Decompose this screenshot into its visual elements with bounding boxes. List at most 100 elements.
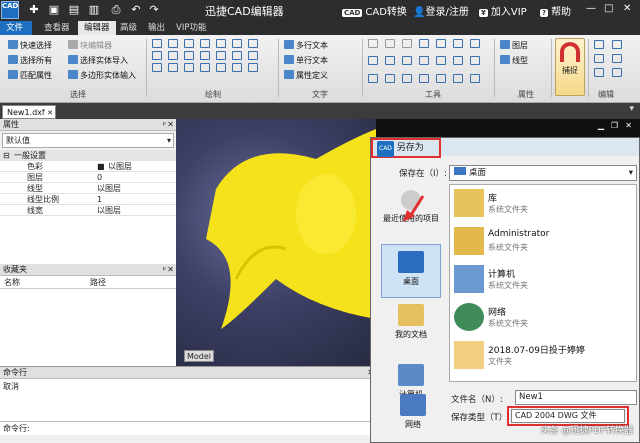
cloud-icon[interactable] — [152, 63, 162, 72]
area-icon[interactable] — [385, 73, 395, 83]
property-row[interactable]: 线型比例 1 — [0, 194, 176, 205]
file-item[interactable]: Administrator 系统文件夹 — [450, 223, 636, 261]
save-in-select[interactable]: 桌面 ▾ — [449, 165, 637, 181]
text-button[interactable]: 单行文本 — [284, 55, 328, 67]
filename-input[interactable]: New1 — [515, 390, 637, 405]
extend-icon[interactable] — [470, 39, 480, 48]
print-icon[interactable]: ⎙ — [108, 2, 124, 17]
measure-icon[interactable] — [368, 73, 378, 83]
copy-tool-icon[interactable] — [385, 39, 395, 48]
point-icon[interactable] — [200, 51, 210, 60]
ray-icon[interactable] — [216, 51, 226, 60]
line-icon[interactable] — [152, 39, 162, 48]
join-icon[interactable] — [453, 56, 463, 66]
order-icon[interactable] — [470, 73, 480, 83]
scale-icon[interactable] — [436, 39, 446, 48]
attr-def-button[interactable]: 属性定义 — [284, 70, 328, 82]
explode-icon[interactable] — [470, 56, 480, 66]
arc-icon[interactable] — [216, 39, 226, 48]
cad-convert-link[interactable]: CAD CAD转换 — [342, 3, 407, 18]
help-link[interactable]: ? 帮助 — [540, 3, 571, 18]
quick-select-button[interactable]: 快速选择 — [8, 40, 52, 52]
drawing-canvas[interactable]: Model — [176, 119, 376, 366]
snap-button[interactable]: 捕捉 — [555, 38, 585, 96]
document-tab[interactable]: New1.dxf ✕ — [2, 105, 56, 119]
properties-section[interactable]: ⊟ 一般设置 — [0, 150, 176, 161]
layer-button[interactable]: 图层 — [500, 40, 528, 52]
block-insert-icon[interactable] — [232, 63, 242, 72]
clipboard-icon[interactable] — [594, 68, 604, 77]
rotate-icon[interactable] — [402, 39, 412, 48]
login-link[interactable]: 👤登录/注册 — [413, 3, 469, 18]
matchprop-icon[interactable] — [612, 68, 622, 77]
new-file-icon[interactable]: ✚ — [26, 2, 42, 17]
image-icon[interactable] — [184, 63, 194, 72]
donut-icon[interactable] — [168, 63, 178, 72]
close-icon[interactable]: ✕ — [623, 3, 631, 14]
cut-icon[interactable] — [594, 54, 604, 63]
trim-icon[interactable] — [453, 39, 463, 48]
tab-close-icon[interactable]: ✕ — [47, 106, 53, 120]
property-row[interactable]: 图层 0 — [0, 172, 176, 183]
select-all-button[interactable]: 选择所有 — [8, 55, 52, 67]
offset-icon[interactable] — [368, 56, 378, 66]
break-icon[interactable] — [436, 56, 446, 66]
circle-icon[interactable] — [152, 51, 162, 60]
undo-icon[interactable]: ↶ — [128, 2, 144, 17]
file-item[interactable]: 网络 系统文件夹 — [450, 299, 636, 337]
command-input-row[interactable]: 命令行: — [0, 421, 376, 435]
match-props-button[interactable]: 匹配属性 — [8, 70, 52, 82]
maximize-icon[interactable]: □ — [604, 3, 613, 14]
copy-icon[interactable] — [594, 40, 604, 49]
linetype-button[interactable]: 线型 — [500, 55, 528, 67]
align-icon[interactable] — [436, 73, 446, 83]
mtext-button[interactable]: 多行文本 — [284, 40, 328, 52]
file-item[interactable]: 2018.07-09日投于婷婷 文件夹 — [450, 337, 636, 375]
ellipse-icon[interactable] — [168, 51, 178, 60]
mirror-icon[interactable] — [419, 39, 429, 48]
region-icon[interactable] — [232, 51, 242, 60]
chamfer-icon[interactable] — [419, 56, 429, 66]
solid-icon[interactable] — [216, 63, 226, 72]
block-editor-button[interactable]: 块编辑器 — [68, 40, 112, 52]
vip-link[interactable]: ¥ 加入VIP — [479, 3, 527, 18]
menu-editor[interactable]: 编辑器 — [78, 21, 116, 35]
minimize-icon[interactable]: — — [586, 3, 596, 14]
place-network[interactable]: 网络 — [383, 394, 443, 434]
paste-icon[interactable] — [612, 40, 622, 49]
tabs-dropdown-icon[interactable]: ▾ — [629, 104, 634, 114]
restore-doc-icon[interactable]: ❐ — [611, 121, 618, 130]
minimize-doc-icon[interactable]: ▁ — [598, 121, 604, 130]
array-icon[interactable] — [385, 56, 395, 66]
redo-icon[interactable]: ↷ — [146, 2, 162, 17]
model-tab[interactable]: Model — [184, 350, 214, 362]
file-item[interactable]: 库系统文件夹 — [450, 185, 636, 223]
wipeout-icon[interactable] — [200, 63, 210, 72]
property-row[interactable]: 线宽 以图层 — [0, 205, 176, 216]
polygon-draw-icon[interactable] — [184, 51, 194, 60]
property-row[interactable]: 线型 以图层 — [0, 183, 176, 194]
divide-icon[interactable] — [453, 73, 463, 83]
close-doc-icon[interactable]: ✕ — [625, 121, 632, 130]
file-item[interactable]: 计算机 系统文件夹 — [450, 261, 636, 299]
pin-icon[interactable]: ᵖ — [163, 264, 166, 276]
pin-icon[interactable]: ᵖ — [163, 119, 166, 131]
menu-vip[interactable]: VIP功能 — [170, 21, 212, 35]
place-documents[interactable]: 我的文档 — [381, 304, 441, 358]
menu-viewer[interactable]: 查看器 — [38, 21, 76, 35]
fillet-icon[interactable] — [402, 56, 412, 66]
property-row[interactable]: 色彩 ■ 以图层 — [0, 161, 176, 172]
select-import-button[interactable]: 选择实体导入 — [68, 55, 128, 67]
spline-icon[interactable] — [200, 39, 210, 48]
polygon-input-button[interactable]: 多边形实体输入 — [68, 70, 136, 82]
menu-advanced[interactable]: 高级 — [114, 21, 143, 35]
table-icon[interactable] — [248, 39, 258, 48]
move-icon[interactable] — [368, 39, 378, 48]
menu-file[interactable]: 文件 — [0, 21, 32, 35]
hatch-icon[interactable] — [232, 39, 242, 48]
delete-icon[interactable] — [612, 54, 622, 63]
column-path[interactable]: 路径 — [90, 276, 106, 289]
rectangle-icon[interactable] — [184, 39, 194, 48]
open-folder-icon[interactable]: ▣ — [46, 2, 62, 17]
menu-output[interactable]: 输出 — [142, 21, 171, 35]
